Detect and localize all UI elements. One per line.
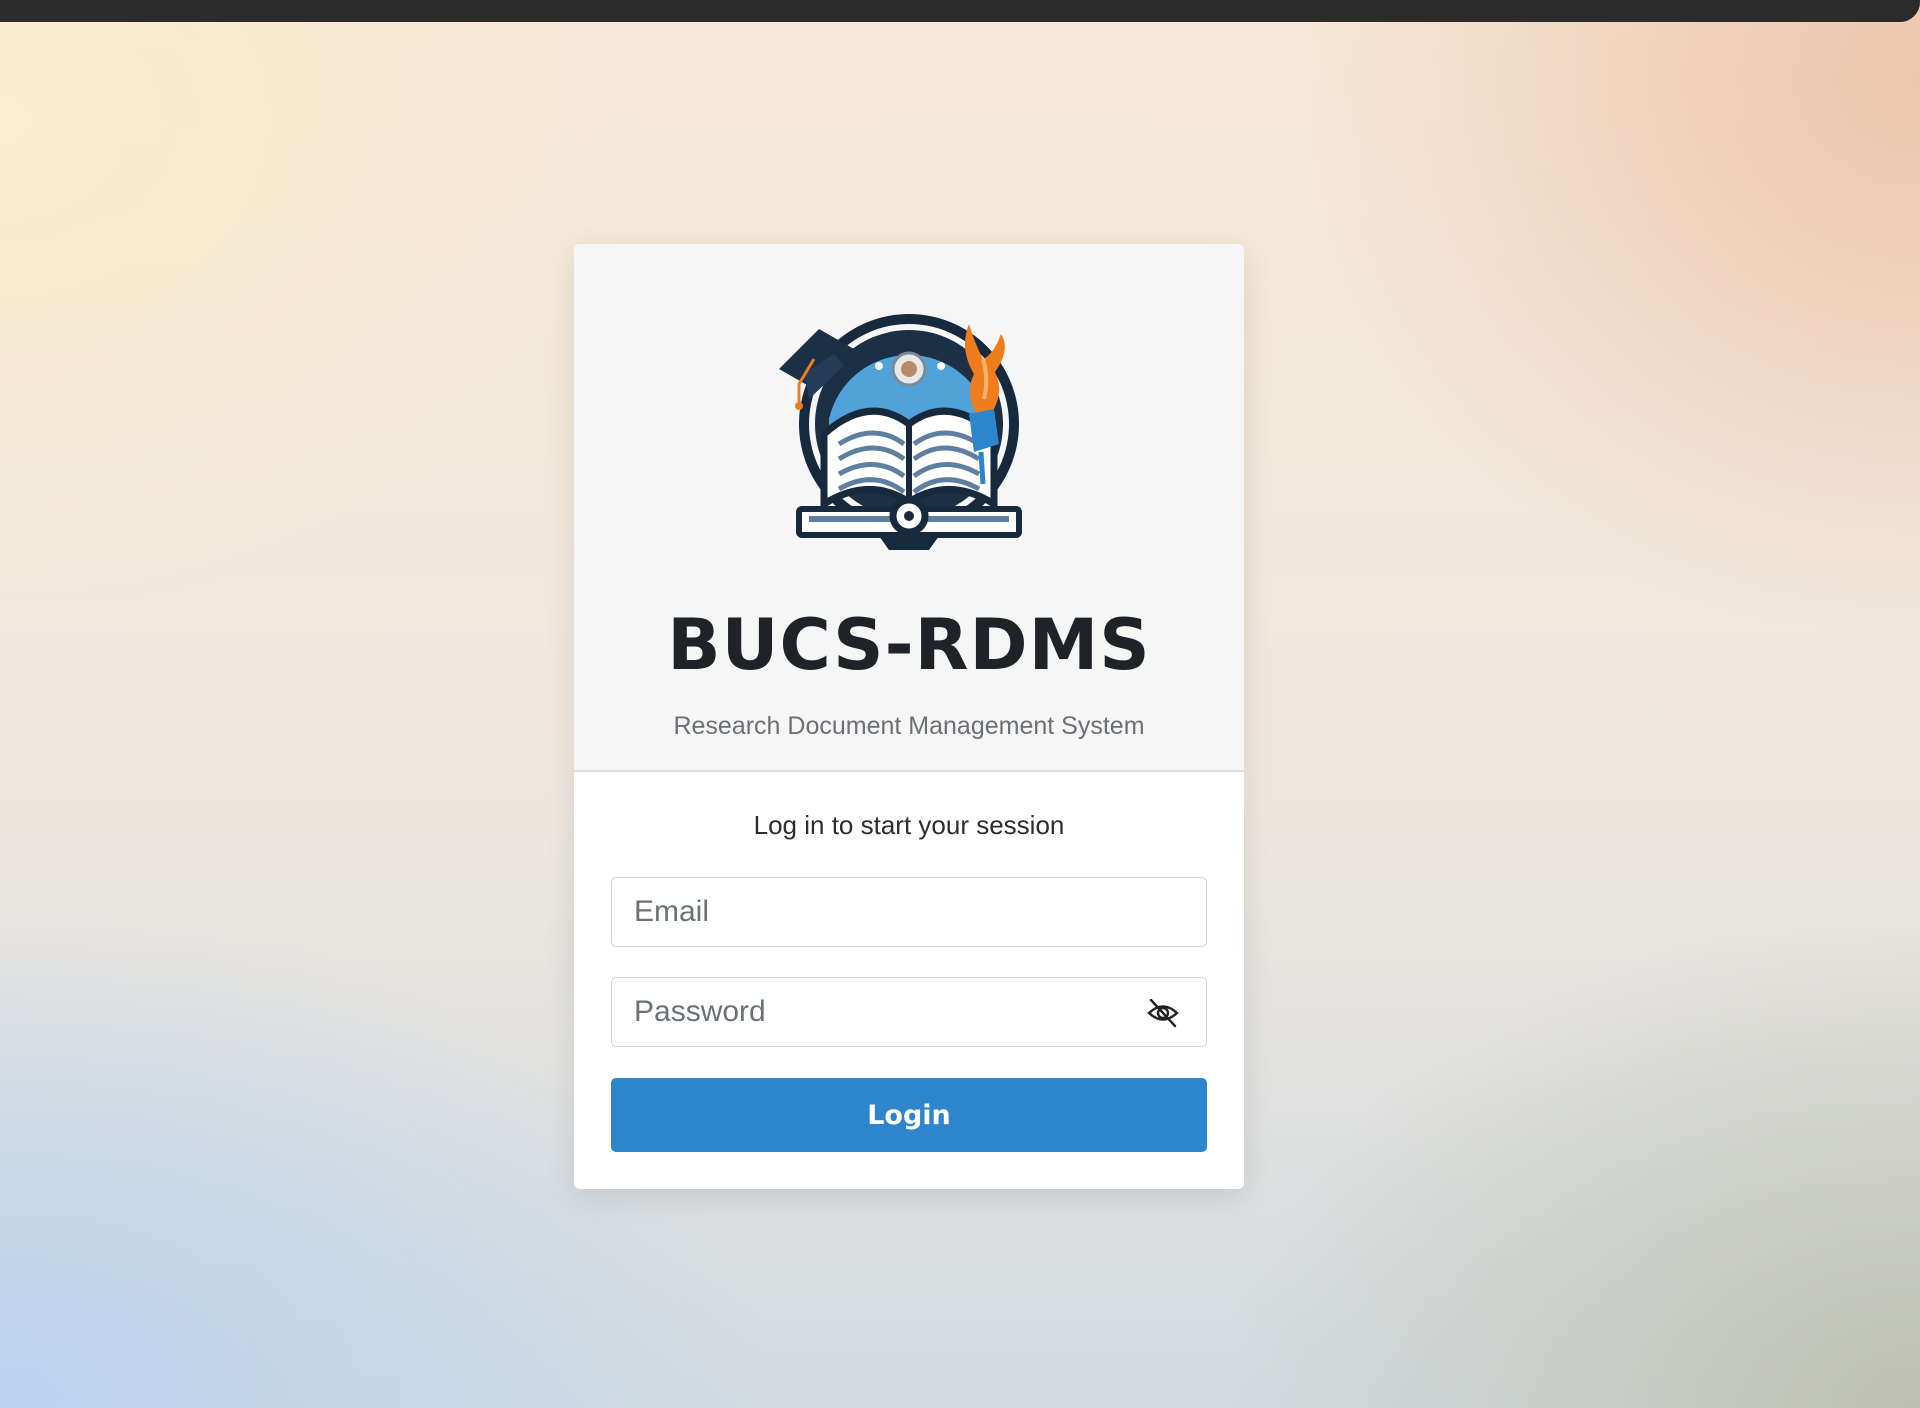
login-card: BUCS-RDMS Research Document Management S… xyxy=(574,244,1244,1189)
login-page: BUCS-RDMS Research Document Management S… xyxy=(0,0,1920,1408)
card-header: BUCS-RDMS Research Document Management S… xyxy=(574,244,1244,772)
email-field-wrapper xyxy=(611,877,1207,947)
browser-top-bar xyxy=(0,0,1920,22)
app-subtitle: Research Document Management System xyxy=(673,712,1145,740)
app-logo xyxy=(779,314,1022,550)
eye-slash-icon[interactable] xyxy=(1146,997,1180,1029)
password-field-wrapper xyxy=(611,977,1207,1047)
app-title: BUCS-RDMS xyxy=(667,604,1151,686)
password-input[interactable] xyxy=(612,978,1206,1046)
login-button[interactable]: Login xyxy=(611,1078,1207,1152)
login-form: Log in to start your session Login xyxy=(574,772,1244,1189)
login-message: Log in to start your session xyxy=(753,810,1065,840)
email-input[interactable] xyxy=(612,878,1206,946)
